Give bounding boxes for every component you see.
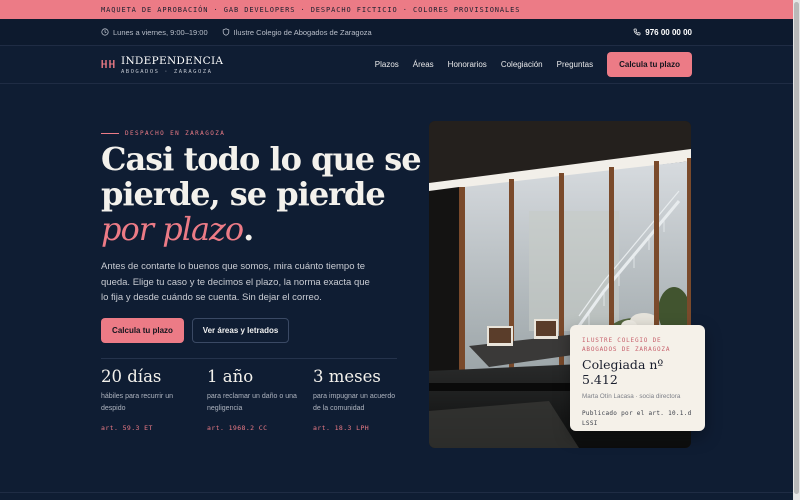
- stat-reference: art. 1968.2 CC: [207, 424, 268, 432]
- columns-logo-icon: [101, 56, 115, 74]
- stat-negligencia: 1 año para reclamar un daño o una neglig…: [207, 367, 297, 432]
- stat-despido: 20 días hábiles para recurrir un despido…: [101, 367, 191, 432]
- banner-text: MAQUETA DE APROBACIÓN · GAB DEVELOPERS ·…: [101, 5, 521, 14]
- headline-accent: por plazo: [101, 210, 244, 248]
- stat-reference: art. 59.3 ET: [101, 424, 153, 432]
- card-person: Marta Otín Lacasa · socia directora: [582, 393, 681, 400]
- eyebrow-line: [101, 133, 119, 134]
- nav-divider: [0, 83, 793, 84]
- view-areas-button[interactable]: Ver áreas y letrados: [192, 318, 289, 343]
- topbar-left: Lunes a viernes, 9:00–19:00 Ilustre Cole…: [101, 28, 372, 37]
- opening-hours: Lunes a viernes, 9:00–19:00: [101, 28, 208, 37]
- section-bottom-line: [0, 492, 793, 493]
- stat-comunidad: 3 meses para impugnar un acuerdo de la c…: [313, 367, 403, 432]
- stat-description: hábiles para recurrir un despido: [101, 393, 173, 412]
- headline-end: .: [243, 210, 254, 248]
- eyebrow-text: DESPACHO EN ZARAGOZA: [125, 130, 226, 137]
- stat-value: 1 año: [207, 367, 254, 386]
- stat-description: para reclamar un daño o una negligencia: [207, 393, 297, 412]
- brand-subtitle: ABOGADOS · ZARAGOZA: [121, 68, 213, 75]
- stat-value: 3 meses: [313, 367, 381, 386]
- approval-banner: MAQUETA DE APROBACIÓN · GAB DEVELOPERS ·…: [0, 0, 793, 19]
- card-title: Colegiada nº 5.412: [582, 357, 664, 387]
- bar-membership-card: ILUSTRE COLEGIO DE ABOGADOS DE ZARAGOZA …: [570, 325, 705, 431]
- nav-link-colegiacion[interactable]: Colegiación: [501, 60, 543, 69]
- brand-name: INDEPENDENCIA: [121, 54, 224, 67]
- brand-logo-link[interactable]: INDEPENDENCIA ABOGADOS · ZARAGOZA: [101, 55, 223, 75]
- hero-headline: Casi todo lo que se pierde, se pierde po…: [101, 140, 422, 248]
- calculate-deadline-button[interactable]: Calcula tu plazo: [101, 318, 184, 343]
- clock-icon: [101, 28, 109, 36]
- brand-text: INDEPENDENCIA ABOGADOS · ZARAGOZA: [121, 55, 223, 75]
- top-info-bar: Lunes a viernes, 9:00–19:00 Ilustre Cole…: [0, 19, 793, 46]
- nav-link-preguntas[interactable]: Preguntas: [557, 60, 593, 69]
- card-eyebrow: ILUSTRE COLEGIO DE ABOGADOS DE ZARAGOZA: [582, 337, 671, 353]
- phone-link[interactable]: 976 00 00 00: [633, 28, 692, 37]
- stat-reference: art. 18.3 LPH: [313, 424, 370, 432]
- nav-link-plazos[interactable]: Plazos: [375, 60, 399, 69]
- hours-text: Lunes a viernes, 9:00–19:00: [113, 27, 208, 37]
- hero-eyebrow: DESPACHO EN ZARAGOZA: [101, 130, 225, 137]
- nav-cta-button[interactable]: Calcula tu plazo: [607, 52, 692, 77]
- stat-value: 20 días: [101, 367, 162, 386]
- shield-icon: [222, 28, 229, 36]
- phone-number: 976 00 00 00: [645, 27, 692, 37]
- bar-association: Ilustre Colegio de Abogados de Zaragoza: [222, 28, 372, 37]
- card-note: Publicado por el art. 10.1.d LSSI: [582, 410, 692, 427]
- headline-main: Casi todo lo que se pierde, se pierde: [101, 140, 422, 213]
- nav-link-honorarios[interactable]: Honorarios: [448, 60, 487, 69]
- phone-icon: [633, 28, 641, 36]
- college-text: Ilustre Colegio de Abogados de Zaragoza: [233, 27, 372, 37]
- hero-lede: Antes de contarte lo buenos que somos, m…: [101, 261, 370, 303]
- stat-description: para impugnar un acuerdo de la comunidad: [313, 393, 396, 412]
- nav-links: Plazos Áreas Honorarios Colegiación Preg…: [375, 52, 692, 77]
- stats-divider: [101, 358, 397, 359]
- main-navigation: INDEPENDENCIA ABOGADOS · ZARAGOZA Plazos…: [0, 46, 793, 83]
- scrollbar-thumb[interactable]: [794, 2, 799, 494]
- nav-link-areas[interactable]: Áreas: [413, 60, 434, 69]
